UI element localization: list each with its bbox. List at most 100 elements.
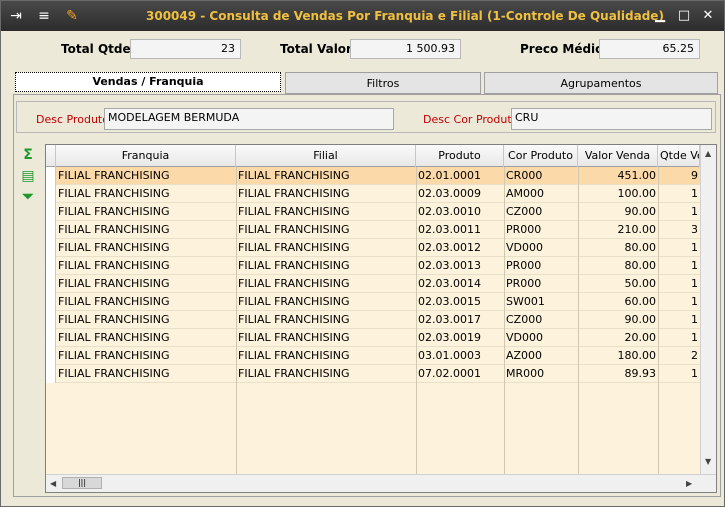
desc-produto-field[interactable]: MODELAGEM BERMUDA (104, 108, 394, 130)
cell-cor-produto[interactable]: AM000 (504, 185, 578, 203)
tab-filtros[interactable]: Filtros (285, 72, 481, 94)
tab-agrupamentos[interactable]: Agrupamentos (484, 72, 718, 94)
cell-valor-venda[interactable]: 100.00 (578, 185, 658, 203)
cell-valor-venda[interactable]: 90.00 (578, 203, 658, 221)
cell-filial[interactable]: FILIAL FRANCHISING (236, 167, 416, 185)
cell-filial[interactable]: FILIAL FRANCHISING (236, 365, 416, 383)
cell-filial[interactable]: FILIAL FRANCHISING (236, 347, 416, 365)
col-header-franquia[interactable]: Franquia (56, 145, 236, 167)
scroll-right-icon[interactable]: ▶ (686, 479, 692, 488)
cell-cor-produto[interactable]: CR000 (504, 167, 578, 185)
desc-cor-field[interactable]: CRU (511, 108, 712, 130)
cell-valor-venda[interactable]: 180.00 (578, 347, 658, 365)
table-row[interactable]: FILIAL FRANCHISING FILIAL FRANCHISING 02.0… (46, 185, 700, 203)
table-row[interactable]: FILIAL FRANCHISING FILIAL FRANCHISING 02.0… (46, 275, 700, 293)
cell-franquia[interactable]: FILIAL FRANCHISING (56, 257, 236, 275)
cell-valor-venda[interactable]: 89.93 (578, 365, 658, 383)
cell-franquia[interactable]: FILIAL FRANCHISING (56, 293, 236, 311)
col-header-filial[interactable]: Filial (236, 145, 416, 167)
cell-qtde-venda[interactable]: 1 (658, 239, 700, 257)
cell-cor-produto[interactable]: AZ000 (504, 347, 578, 365)
cell-qtde-venda[interactable]: 1 (658, 257, 700, 275)
cell-produto[interactable]: 02.03.0012 (416, 239, 504, 257)
traffic-light-icon[interactable]: ≡ (35, 7, 53, 25)
cell-qtde-venda[interactable]: 1 (658, 311, 700, 329)
row-selector[interactable] (46, 311, 56, 329)
cell-franquia[interactable]: FILIAL FRANCHISING (56, 311, 236, 329)
cell-qtde-venda[interactable]: 3 (658, 221, 700, 239)
cell-cor-produto[interactable]: CZ000 (504, 203, 578, 221)
table-row[interactable]: FILIAL FRANCHISING FILIAL FRANCHISING 02.0… (46, 311, 700, 329)
col-header-qtde-venda[interactable]: Qtde Ven (658, 145, 700, 167)
cell-filial[interactable]: FILIAL FRANCHISING (236, 185, 416, 203)
cell-produto[interactable]: 03.01.0003 (416, 347, 504, 365)
scroll-up-icon[interactable]: ▲ (705, 149, 711, 158)
export-icon[interactable]: ⇥ (7, 7, 25, 25)
cell-qtde-venda[interactable]: 9 (658, 167, 700, 185)
table-row[interactable]: FILIAL FRANCHISING FILIAL FRANCHISING 02.0… (46, 167, 700, 185)
table-row[interactable]: FILIAL FRANCHISING FILIAL FRANCHISING 02.0… (46, 203, 700, 221)
cell-produto[interactable]: 02.03.0017 (416, 311, 504, 329)
cell-produto[interactable]: 02.03.0011 (416, 221, 504, 239)
cell-cor-produto[interactable]: VD000 (504, 239, 578, 257)
scroll-left-icon[interactable]: ◀ (50, 479, 56, 488)
row-selector[interactable] (46, 365, 56, 383)
minimize-icon[interactable]: ▁ (651, 7, 669, 25)
table-row[interactable]: FILIAL FRANCHISING FILIAL FRANCHISING 07.0… (46, 365, 700, 383)
row-selector[interactable] (46, 275, 56, 293)
close-icon[interactable]: ✕ (699, 7, 717, 25)
scroll-thumb[interactable]: ||| (62, 477, 102, 489)
cell-qtde-venda[interactable]: 2 (658, 347, 700, 365)
wrench-icon[interactable]: ✎ (63, 7, 81, 25)
cell-produto[interactable]: 02.03.0015 (416, 293, 504, 311)
table-row[interactable]: FILIAL FRANCHISING FILIAL FRANCHISING 02.0… (46, 293, 700, 311)
cell-produto[interactable]: 02.03.0010 (416, 203, 504, 221)
maximize-icon[interactable]: □ (675, 7, 693, 25)
row-selector[interactable] (46, 347, 56, 365)
row-selector[interactable] (46, 185, 56, 203)
table-row[interactable]: FILIAL FRANCHISING FILIAL FRANCHISING 02.0… (46, 257, 700, 275)
cell-valor-venda[interactable]: 60.00 (578, 293, 658, 311)
expand-down-icon[interactable]: ⏷ (19, 188, 37, 206)
cell-cor-produto[interactable]: VD000 (504, 329, 578, 347)
cell-produto[interactable]: 02.03.0009 (416, 185, 504, 203)
sum-icon[interactable]: Σ (19, 146, 37, 164)
cell-franquia[interactable]: FILIAL FRANCHISING (56, 167, 236, 185)
cell-qtde-venda[interactable]: 1 (658, 329, 700, 347)
tab-vendas-franquia[interactable]: Vendas / Franquia (15, 72, 281, 92)
cell-franquia[interactable]: FILIAL FRANCHISING (56, 239, 236, 257)
cell-filial[interactable]: FILIAL FRANCHISING (236, 275, 416, 293)
cell-valor-venda[interactable]: 20.00 (578, 329, 658, 347)
cell-qtde-venda[interactable]: 1 (658, 293, 700, 311)
cell-valor-venda[interactable]: 451.00 (578, 167, 658, 185)
cell-filial[interactable]: FILIAL FRANCHISING (236, 203, 416, 221)
row-selector[interactable] (46, 221, 56, 239)
row-selector[interactable] (46, 203, 56, 221)
cell-qtde-venda[interactable]: 1 (658, 275, 700, 293)
cell-produto[interactable]: 07.02.0001 (416, 365, 504, 383)
cell-qtde-venda[interactable]: 1 (658, 203, 700, 221)
row-selector[interactable] (46, 257, 56, 275)
cell-cor-produto[interactable]: CZ000 (504, 311, 578, 329)
cell-filial[interactable]: FILIAL FRANCHISING (236, 311, 416, 329)
cell-valor-venda[interactable]: 90.00 (578, 311, 658, 329)
col-header-cor-produto[interactable]: Cor Produto (504, 145, 578, 167)
table-row[interactable]: FILIAL FRANCHISING FILIAL FRANCHISING 02.0… (46, 329, 700, 347)
cell-franquia[interactable]: FILIAL FRANCHISING (56, 329, 236, 347)
cell-franquia[interactable]: FILIAL FRANCHISING (56, 185, 236, 203)
cell-filial[interactable]: FILIAL FRANCHISING (236, 257, 416, 275)
export-grid-icon[interactable]: ▤ (19, 167, 37, 185)
cell-franquia[interactable]: FILIAL FRANCHISING (56, 221, 236, 239)
table-row[interactable]: FILIAL FRANCHISING FILIAL FRANCHISING 02.0… (46, 221, 700, 239)
table-row[interactable]: FILIAL FRANCHISING FILIAL FRANCHISING 03.0… (46, 347, 700, 365)
cell-valor-venda[interactable]: 210.00 (578, 221, 658, 239)
col-header-valor-venda[interactable]: Valor Venda (578, 145, 658, 167)
row-selector[interactable] (46, 293, 56, 311)
cell-produto[interactable]: 02.03.0014 (416, 275, 504, 293)
cell-qtde-venda[interactable]: 1 (658, 185, 700, 203)
col-header-produto[interactable]: Produto (416, 145, 504, 167)
cell-franquia[interactable]: FILIAL FRANCHISING (56, 275, 236, 293)
cell-cor-produto[interactable]: SW001 (504, 293, 578, 311)
sales-grid[interactable]: Franquia Filial Produto Cor Produto Valo… (45, 144, 717, 493)
cell-filial[interactable]: FILIAL FRANCHISING (236, 329, 416, 347)
